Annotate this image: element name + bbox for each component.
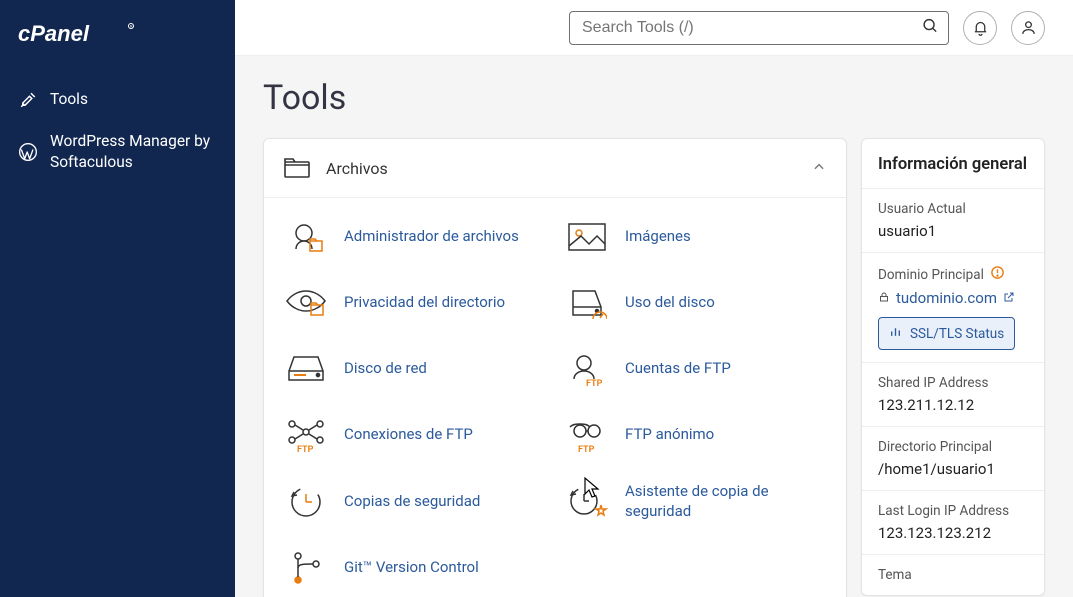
tool-disk-usage[interactable]: Uso del disco (555, 278, 836, 328)
files-panel: Archivos (263, 138, 847, 597)
general-info-title: Información general (878, 155, 1028, 174)
tool-images[interactable]: Imágenes (555, 212, 836, 262)
sidebar-item-wordpress-manager[interactable]: WordPress Manager by Softaculous (0, 121, 235, 184)
wordpress-icon (18, 142, 38, 162)
tool-label: Uso del disco (625, 293, 715, 313)
search-input[interactable] (569, 11, 949, 45)
tool-ftp-accounts[interactable]: FTP Cuentas de FTP (555, 344, 836, 394)
tool-label: Asistente de copia de seguridad (625, 482, 826, 521)
main-area: Tools Archivos (235, 0, 1073, 597)
chevron-up-icon (812, 159, 826, 178)
tool-label: Git™ Version Control (344, 558, 479, 578)
warning-icon (990, 265, 1005, 284)
network-disk-icon (284, 350, 328, 388)
svg-text:FTP: FTP (586, 379, 603, 387)
tool-label: Disco de red (344, 359, 427, 379)
svg-text:FTP: FTP (297, 445, 314, 453)
content-area: Tools Archivos (235, 56, 1073, 597)
general-info-panel: Información general Usuario Actual usuar… (861, 138, 1045, 596)
ftp-connections-icon: FTP (284, 416, 328, 454)
disk-usage-icon (565, 284, 609, 322)
tool-label: Imágenes (625, 227, 691, 247)
primary-domain-value: tudominio.com (896, 289, 997, 307)
search-icon[interactable] (922, 17, 939, 38)
tool-ftp-anonymous[interactable]: FTP FTP anónimo (555, 410, 836, 460)
tool-file-manager[interactable]: Administrador de archivos (274, 212, 555, 262)
home-directory-label: Directorio Principal (878, 439, 1028, 455)
home-directory-row: Directorio Principal /home1/usuario1 (862, 426, 1044, 490)
cpanel-logo[interactable]: cPanel R (0, 13, 235, 79)
tool-label: Administrador de archivos (344, 227, 519, 247)
ftp-accounts-icon: FTP (565, 350, 609, 388)
tool-label: Privacidad del directorio (344, 293, 505, 313)
last-login-row: Last Login IP Address 123.123.123.212 (862, 490, 1044, 554)
home-directory-value: /home1/usuario1 (878, 460, 1028, 478)
ftp-anonymous-icon: FTP (565, 416, 609, 454)
tool-backups[interactable]: Copias de seguridad (274, 476, 555, 527)
last-login-label: Last Login IP Address (878, 503, 1028, 519)
tool-grid: Administrador de archivos Imágenes (264, 198, 846, 597)
images-icon (565, 218, 609, 256)
sidebar-item-label: Tools (50, 89, 88, 111)
backups-icon (284, 483, 328, 521)
theme-label: Tema (878, 567, 1028, 583)
last-login-value: 123.123.123.212 (878, 524, 1028, 542)
bars-icon (889, 325, 902, 342)
theme-row: Tema (862, 554, 1044, 595)
directory-privacy-icon (284, 284, 328, 322)
cpanel-logo-icon: cPanel R (18, 21, 138, 47)
git-icon (284, 549, 328, 587)
tool-label: Conexiones de FTP (344, 425, 473, 445)
page-title: Tools (263, 78, 1045, 118)
external-link-icon (1003, 289, 1015, 307)
tool-label: Copias de seguridad (344, 492, 480, 512)
tool-directory-privacy[interactable]: Privacidad del directorio (274, 278, 555, 328)
user-menu-button[interactable] (1011, 11, 1045, 45)
ssl-button-label: SSL/TLS Status (910, 326, 1004, 342)
svg-text:FTP: FTP (578, 445, 595, 453)
primary-domain-label: Dominio Principal (878, 265, 1028, 284)
tool-backup-wizard[interactable]: Asistente de copia de seguridad (555, 476, 836, 527)
current-user-row: Usuario Actual usuario1 (862, 188, 1044, 252)
files-panel-header[interactable]: Archivos (264, 139, 846, 198)
user-icon (1020, 19, 1037, 36)
folder-icon (284, 157, 310, 179)
shared-ip-value: 123.211.12.12 (878, 396, 1028, 414)
lock-icon (878, 289, 890, 307)
tool-label: Cuentas de FTP (625, 359, 731, 379)
bell-icon (972, 19, 989, 36)
sidebar-item-label: WordPress Manager by Softaculous (50, 131, 217, 174)
primary-domain-label-text: Dominio Principal (878, 267, 984, 283)
tool-network-disk[interactable]: Disco de red (274, 344, 555, 394)
backup-wizard-icon (565, 483, 609, 521)
current-user-label: Usuario Actual (878, 201, 1028, 217)
primary-domain-row: Dominio Principal tu (862, 252, 1044, 362)
sidebar: cPanel R Tools WordPress Manager by Soft… (0, 0, 235, 597)
svg-text:cPanel: cPanel (18, 21, 90, 46)
notifications-button[interactable] (963, 11, 997, 45)
tool-label: FTP anónimo (625, 425, 714, 445)
tools-icon (18, 90, 38, 110)
tool-git-version-control[interactable]: Git™ Version Control (274, 543, 555, 593)
current-user-value: usuario1 (878, 222, 1028, 240)
shared-ip-row: Shared IP Address 123.211.12.12 (862, 362, 1044, 426)
file-manager-icon (284, 218, 328, 256)
shared-ip-label: Shared IP Address (878, 375, 1028, 391)
sidebar-item-tools[interactable]: Tools (0, 79, 235, 121)
search-container (569, 11, 949, 45)
tool-ftp-connections[interactable]: FTP Conexiones de FTP (274, 410, 555, 460)
topbar (235, 0, 1073, 56)
files-panel-title: Archivos (326, 159, 388, 178)
ssl-tls-status-button[interactable]: SSL/TLS Status (878, 317, 1015, 350)
primary-domain-link[interactable]: tudominio.com (878, 289, 1028, 307)
